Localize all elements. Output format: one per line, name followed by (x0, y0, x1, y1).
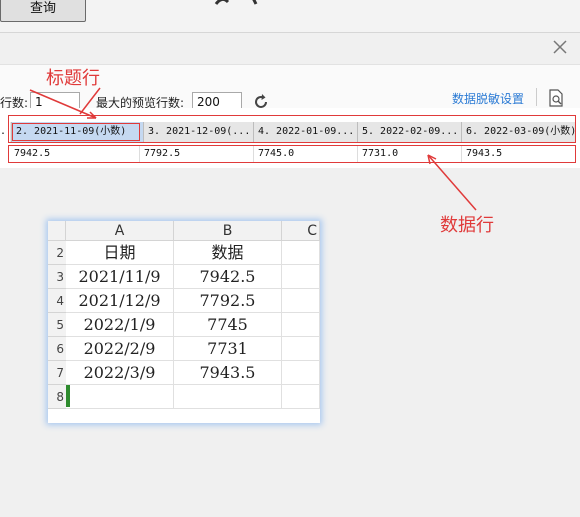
sheet-row-number[interactable]: 4 (48, 289, 66, 313)
sheet-corner (48, 221, 66, 241)
data-row-annotation: 数据行 (440, 215, 494, 236)
sheet-cell[interactable]: 数据 (174, 241, 282, 265)
header-cell-highlight (12, 123, 140, 141)
sheet-cell[interactable]: 7745 (174, 313, 282, 337)
sheet-cell[interactable]: 7943.5 (174, 361, 282, 385)
sheet-column-header[interactable]: B (174, 221, 282, 241)
sheet-cell[interactable] (282, 265, 320, 289)
sheet-column-header[interactable]: C (282, 221, 320, 241)
sheet-cell[interactable] (282, 289, 320, 313)
sheet-cell[interactable] (66, 385, 174, 409)
sheet-cell[interactable]: 2021/12/9 (66, 289, 174, 313)
data-row-highlight (8, 145, 576, 163)
sheet-cell[interactable]: 7792.5 (174, 289, 282, 313)
sheet-cell[interactable]: 日期 (66, 241, 174, 265)
logo-mark-icon (214, 0, 258, 5)
desensitize-settings-link[interactable]: 数据脱敏设置 (452, 90, 524, 107)
sheet-cell[interactable]: 2022/2/9 (66, 337, 174, 361)
sheet-cell[interactable] (282, 385, 320, 409)
sheet-cell[interactable]: 2022/3/9 (66, 361, 174, 385)
sheet-row-number[interactable]: 7 (48, 361, 66, 385)
header-row-annotation: 标题行 (46, 68, 100, 89)
sheet-row-number[interactable]: 6 (48, 337, 66, 361)
sheet-row-number[interactable]: 3 (48, 265, 66, 289)
toolbar-divider (536, 88, 537, 106)
top-bar: 查询 (0, 0, 580, 32)
spreadsheet-snippet: A B C 2 3 4 5 6 7 8 日期 数据 2021/11/9 7942… (48, 221, 320, 423)
sheet-cell[interactable]: 2021/11/9 (66, 265, 174, 289)
sheet-cell[interactable] (282, 361, 320, 385)
sheet-row-number[interactable]: 2 (48, 241, 66, 265)
sheet-cell[interactable]: 2022/1/9 (66, 313, 174, 337)
sheet-row-number[interactable]: 8 (48, 385, 66, 409)
sheet-cell[interactable] (282, 241, 320, 265)
sheet-cell[interactable] (282, 313, 320, 337)
sheet-cell[interactable]: 7942.5 (174, 265, 282, 289)
active-cell-indicator (66, 385, 70, 407)
close-icon[interactable] (551, 38, 569, 56)
sheet-cell[interactable] (174, 385, 282, 409)
sheet-cell[interactable]: 7731 (174, 337, 282, 361)
sheet-row-number[interactable]: 5 (48, 313, 66, 337)
sheet-column-header[interactable]: A (66, 221, 174, 241)
query-button[interactable]: 查询 (0, 0, 86, 22)
preview-document-icon[interactable] (546, 88, 566, 108)
sheet-cell[interactable] (282, 337, 320, 361)
